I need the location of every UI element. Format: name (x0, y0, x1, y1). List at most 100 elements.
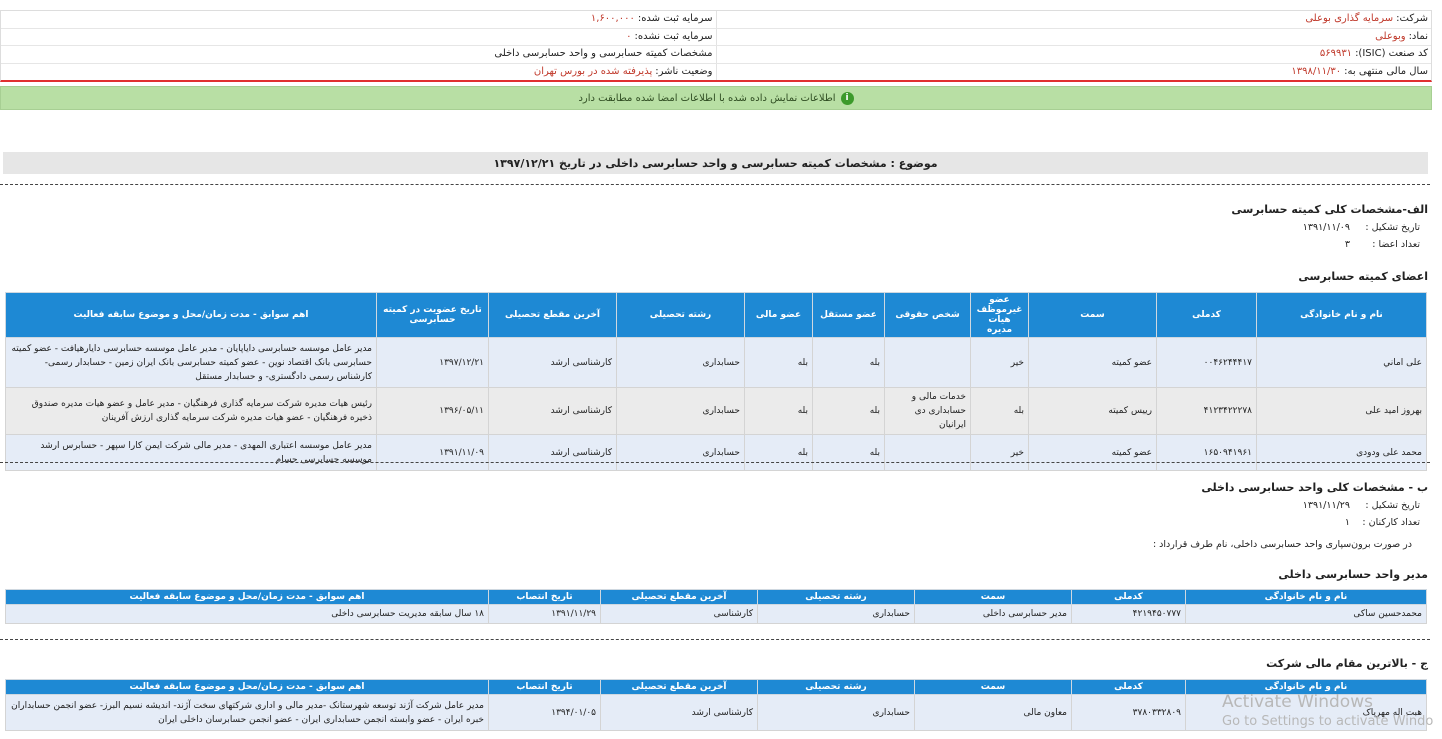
table-cell: رییس کمیته (1028, 387, 1157, 435)
table-cell: محمد علی ودودی (1256, 434, 1427, 471)
symbol-label: نماد: (1408, 30, 1428, 42)
info-icon: i (840, 91, 854, 105)
subject-text: موضوع : مشخصات کمیته حسابرسی و واحد حساب… (493, 156, 938, 170)
fiscal-value: ۱۳۹۸/۱۱/۳۰ (1291, 65, 1342, 77)
manager-header-row: نام و نام خانوادگی کدملی سمت رشته تحصیلی آخر… (5, 589, 1427, 605)
column-header: رشته تحصیلی (616, 292, 745, 338)
table-cell: ۱۳۹۴/۰۱/۰۵ (488, 694, 601, 731)
section-divider (0, 639, 1430, 640)
spec-cell: مشخصات کمیته حسابرسی و واحد حسابرسی داخل… (1, 46, 716, 63)
company-value[interactable]: سرمایه گذاری بوعلی (1305, 11, 1393, 28)
section-divider (0, 184, 1430, 185)
formation-date-row: تاریخ تشکیل : ۱۳۹۱/۱۱/۰۹ (1303, 222, 1420, 233)
table-cell: خیر (970, 337, 1029, 388)
table-cell: ۳۷۸۰۳۳۲۸۰۹ (1071, 694, 1186, 731)
table-cell: عضو کمیته (1028, 337, 1157, 388)
table-cell: بله (812, 387, 885, 435)
table-cell: عضو کمیته (1028, 434, 1157, 471)
table-cell: ۱۳۹۱/۱۱/۲۹ (488, 604, 601, 624)
table-cell: حسابداری (616, 337, 745, 388)
unit-formation-row: تاریخ تشکیل : ۱۳۹۱/۱۱/۲۹ (1303, 500, 1420, 511)
table-row: محمدحسین ساکی ۴۲۱۹۴۵۰۷۷۷ مدیر حسابرسی داخل… (5, 604, 1427, 624)
table-cell: حسابداری (616, 434, 745, 471)
spec-label: مشخصات کمیته حسابرسی و واحد حسابرسی داخل… (494, 48, 713, 59)
table-row: هبت اله مهرپاک ۳۷۸۰۳۳۲۸۰۹ معاون مالی حسابدا… (5, 694, 1427, 731)
table-cell: خیر (970, 434, 1029, 471)
table-row: بهروز امید علی ۴۱۲۳۴۲۲۲۷۸ رییس کمیته بله خدم… (5, 387, 1427, 435)
column-header: عضو غیرموظف هیات مدیره (970, 292, 1029, 338)
table-cell: حسابداری (616, 387, 745, 435)
table-cell: کارشناسی ارشد (488, 337, 617, 388)
column-header: آخرین مقطع تحصیلی (600, 679, 758, 695)
column-header: عضو مالی (744, 292, 813, 338)
table-cell: بله (744, 434, 813, 471)
column-header: تاریخ انتصاب (488, 679, 601, 695)
section-a-title: الف-مشخصات کلی کمیته حسابرسی (1231, 203, 1428, 216)
table-cell: مدیر عامل موسسه حسابرسی دایاپایان - مدیر… (5, 337, 377, 388)
table-cell: ۱۸ سال سابقه مدیریت حسابرسی داخلی (5, 604, 489, 624)
watermark-line-1: Activate Windows (1222, 692, 1373, 712)
unit-formation-value: ۱۳۹۱/۱۱/۲۹ (1302, 500, 1350, 511)
watermark-line-2: Go to Settings to activate Windo (1222, 714, 1434, 729)
table-cell: بله (812, 337, 885, 388)
column-header: آخرین مقطع تحصیلی (488, 292, 617, 338)
capital-registered-cell: سرمایه ثبت شده: ۱,۶۰۰,۰۰۰ (1, 11, 716, 28)
table-cell: ۱۶۵۰۹۴۱۹۶۱ (1156, 434, 1257, 471)
info-row: شرکت: سرمایه گذاری بوعلی سرمایه ثبت شده:… (1, 11, 1431, 29)
members-count-label: تعداد اعضا : (1372, 239, 1420, 250)
column-header: نام و نام خانوادگی (1185, 589, 1427, 605)
column-header: اهم سوابق - مدت زمان/محل و موضوع سابقه ف… (5, 679, 489, 695)
outsource-label: در صورت برون‌سپاری واحد حسابرسی داخلی، ن… (1152, 539, 1412, 550)
isic-cell: کد صنعت (ISIC): ۵۶۹۹۳۱ (715, 46, 1432, 63)
manager-title: مدیر واحد حسابرسی داخلی (1278, 568, 1428, 581)
info-row: نماد: وبوعلی سرمایه ثبت نشده: ۰ (1, 28, 1432, 46)
symbol-cell: نماد: وبوعلی (715, 28, 1432, 46)
formation-date-value: ۱۳۹۱/۱۱/۰۹ (1302, 222, 1350, 233)
column-header: نام و نام خانوادگی (1256, 292, 1427, 338)
company-info-panel: شرکت: سرمایه گذاری بوعلی سرمایه ثبت شده:… (0, 10, 1432, 82)
table-cell: علی اماني (1256, 337, 1427, 388)
column-header: رشته تحصیلی (757, 589, 915, 605)
members-table: نام و نام خانوادگی کدملی سمت عضو غیرموظف هی… (5, 292, 1427, 471)
table-cell: معاون مالی (914, 694, 1072, 731)
column-header: شخص حقوقی (884, 292, 971, 338)
section-divider (0, 462, 1430, 463)
members-title: اعضای کمیته حسابرسی (1298, 270, 1428, 283)
capital-unregistered-cell: سرمایه ثبت نشده: ۰ (1, 29, 716, 46)
capital-registered-value: ۱,۶۰۰,۰۰۰ (590, 13, 635, 24)
status-value: پذیرفته شده در بورس تهران (533, 65, 653, 77)
subject-title: موضوع : مشخصات کمیته حسابرسی و واحد حساب… (3, 152, 1428, 174)
members-count-row: تعداد اعضا :۳ (1345, 239, 1420, 250)
column-header: آخرین مقطع تحصیلی (600, 589, 758, 605)
info-row: سال مالی منتهی به: ۱۳۹۸/۱۱/۳۰ وضعیت ناشر… (1, 63, 1432, 81)
status-cell: وضعیت ناشر: پذیرفته شده در بورس تهران (1, 64, 716, 81)
table-cell: ۱۳۹۶/۰۵/۱۱ (376, 387, 489, 435)
table-cell: کارشناسی ارشد (488, 434, 617, 471)
table-cell: بله (744, 387, 813, 435)
isic-label: کد صنعت (ISIC): (1355, 48, 1428, 59)
staff-count-label: تعداد کارکنان : (1362, 517, 1420, 528)
column-header: کدملی (1071, 589, 1186, 605)
column-header: سمت (914, 679, 1072, 695)
table-cell: ۴۲۱۹۴۵۰۷۷۷ (1071, 604, 1186, 624)
table-cell: بله (812, 434, 885, 471)
unit-formation-label: تاریخ تشکیل : (1365, 500, 1420, 511)
column-header: اهم سوابق - مدت زمان/محل و موضوع سابقه ف… (5, 292, 377, 338)
table-cell: کارشناسی ارشد (488, 387, 617, 435)
column-header: عضو مستقل (812, 292, 885, 338)
symbol-value[interactable]: وبوعلی (1375, 29, 1405, 46)
cfo-table: نام و نام خانوادگی کدملی سمت رشته تحصیلی آخر… (5, 679, 1427, 731)
fiscal-cell: سال مالی منتهی به: ۱۳۹۸/۱۱/۳۰ (715, 63, 1432, 80)
table-cell: مدیر عامل موسسه اعتباری المهدی - مدیر ما… (5, 434, 377, 471)
verification-notice: i اطلاعات نمایش داده شده با اطلاعات امضا… (0, 86, 1432, 110)
capital-registered-label: سرمایه ثبت شده: (637, 13, 713, 24)
table-cell: کارشناسی (600, 604, 758, 624)
status-label: وضعیت ناشر: (655, 65, 713, 77)
table-cell: ۱۳۹۱/۱۱/۰۹ (376, 434, 489, 471)
table-cell (884, 434, 971, 471)
table-row: علی اماني ۰۰۴۶۲۴۴۴۱۷ عضو کمیته خیر بله بله حسا… (5, 337, 1427, 388)
table-row: محمد علی ودودی ۱۶۵۰۹۴۱۹۶۱ عضو کمیته خیر بله ب… (5, 434, 1427, 471)
table-cell: محمدحسین ساکی (1185, 604, 1427, 624)
column-header: رشته تحصیلی (757, 679, 915, 695)
capital-unregistered-value: ۰ (626, 30, 632, 42)
